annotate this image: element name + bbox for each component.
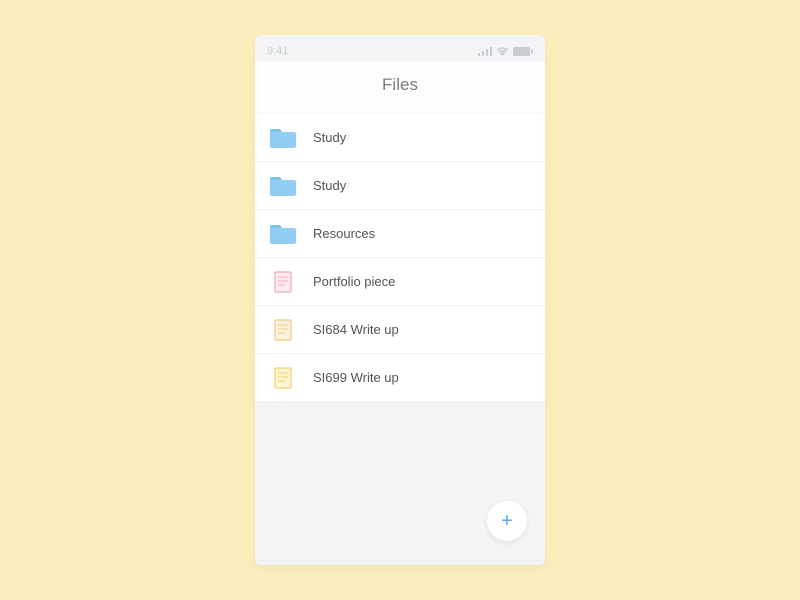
folder-row[interactable]: Study: [255, 162, 545, 210]
document-icon: [269, 367, 297, 389]
plus-icon: +: [501, 510, 513, 533]
battery-icon: [513, 47, 533, 56]
app-header: Files: [255, 61, 545, 114]
folder-row[interactable]: Study: [255, 114, 545, 162]
empty-area: [255, 402, 545, 565]
item-label: SI699 Write up: [313, 370, 399, 385]
document-icon: [269, 319, 297, 341]
item-label: Study: [313, 178, 346, 193]
status-bar: 9:41: [255, 41, 545, 61]
cellular-icon: [478, 47, 492, 56]
folder-icon: [269, 127, 297, 149]
file-row[interactable]: Portfolio piece: [255, 258, 545, 306]
document-icon: [269, 271, 297, 293]
file-list: Study Study Resources: [255, 114, 545, 402]
folder-row[interactable]: Resources: [255, 210, 545, 258]
item-label: Portfolio piece: [313, 274, 395, 289]
item-label: Resources: [313, 226, 375, 241]
phone-screen: 9:41: [255, 35, 545, 565]
file-row[interactable]: SI699 Write up: [255, 354, 545, 402]
wifi-icon: [496, 47, 509, 56]
item-label: SI684 Write up: [313, 322, 399, 337]
status-time: 9:41: [267, 45, 288, 57]
folder-icon: [269, 223, 297, 245]
item-label: Study: [313, 130, 346, 145]
page-title: Files: [255, 75, 545, 95]
folder-icon: [269, 175, 297, 197]
status-icons: [478, 47, 533, 56]
add-button[interactable]: +: [487, 501, 527, 541]
file-row[interactable]: SI684 Write up: [255, 306, 545, 354]
